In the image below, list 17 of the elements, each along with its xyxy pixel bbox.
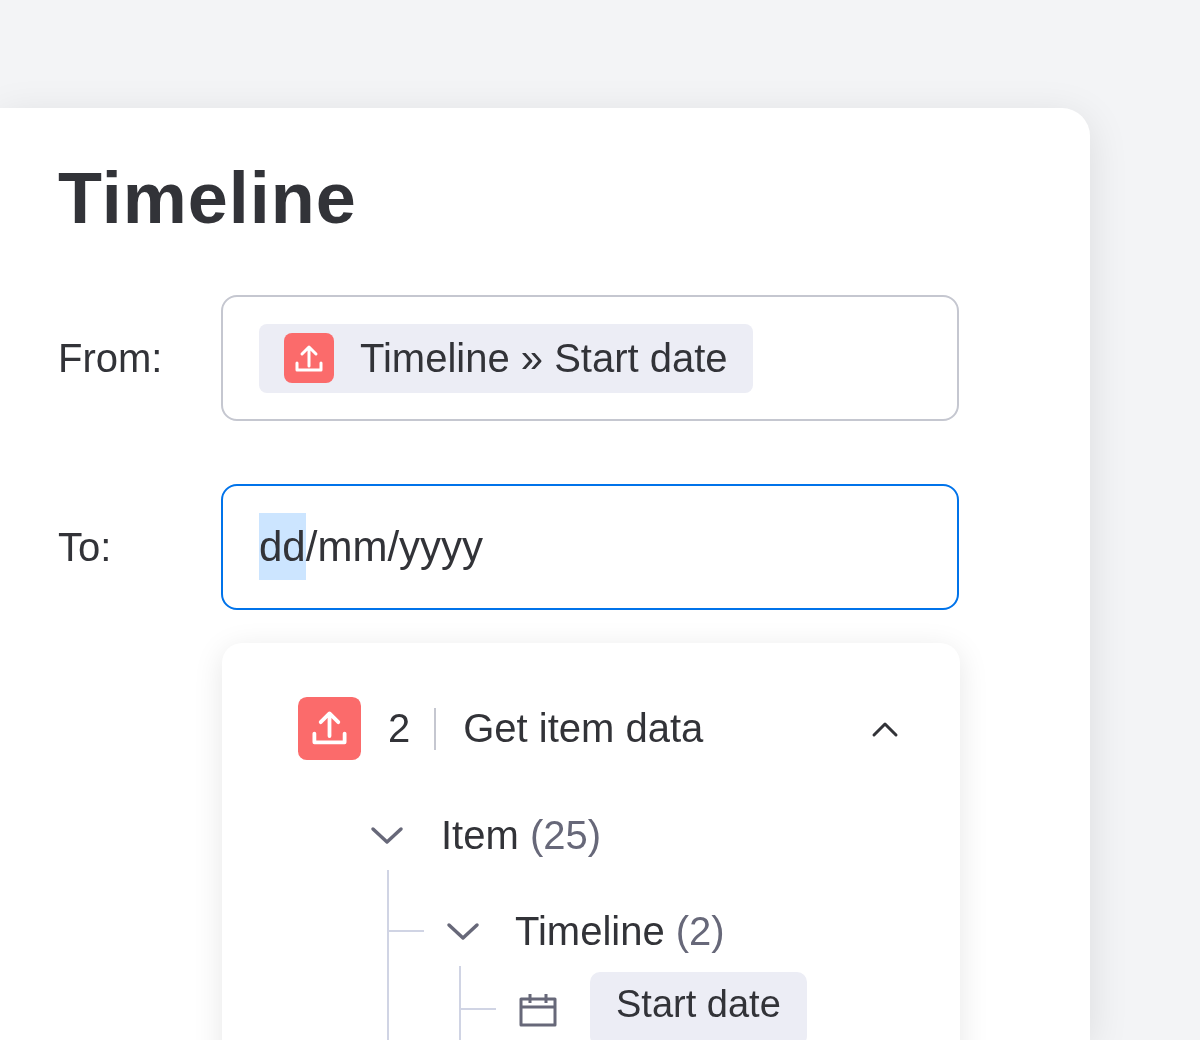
source-field[interactable]: Timeline » Start date: [221, 295, 959, 421]
chip-label: Timeline » Start date: [360, 335, 728, 381]
calendar-icon: [518, 991, 558, 1027]
step-number: 2: [388, 706, 411, 751]
date-field[interactable]: dd/mm/yyyy: [221, 484, 959, 610]
tree-item[interactable]: Item (25): [441, 812, 602, 858]
field-label: From:: [58, 335, 164, 381]
upload-icon: [298, 697, 361, 760]
chevron-icon[interactable]: [446, 921, 480, 941]
panel-title: Timeline: [58, 158, 357, 238]
tree-item[interactable]: Timeline (2): [515, 908, 725, 954]
group-title: Get item data: [463, 706, 704, 751]
upload-icon: [284, 333, 334, 383]
field-label: To:: [58, 524, 113, 570]
column-chip[interactable]: Start date: [590, 972, 807, 1040]
source-chip[interactable]: Timeline » Start date: [259, 323, 753, 393]
chevron-icon[interactable]: [370, 825, 404, 845]
